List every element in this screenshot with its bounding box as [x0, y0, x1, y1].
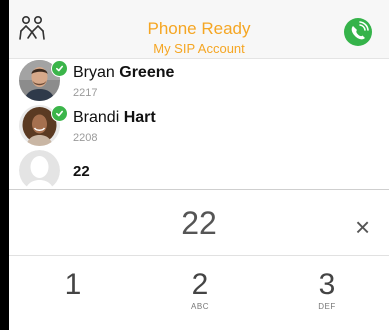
divider — [9, 255, 389, 256]
phone-status-title: Phone Ready — [147, 19, 251, 38]
key-digit: 1 — [64, 268, 82, 301]
clear-icon[interactable]: × — [355, 212, 370, 243]
key-digit: 3 — [318, 268, 336, 301]
dialed-number-field[interactable]: 22 — [9, 205, 389, 242]
phone-call-icon — [344, 18, 372, 46]
header-bar: Phone Ready My SIP Account — [9, 0, 389, 59]
key-letters: ABC — [191, 302, 209, 311]
call-button[interactable] — [343, 17, 373, 47]
default-avatar-icon — [19, 150, 60, 191]
key-digit: 2 — [191, 268, 209, 301]
contact-row[interactable]: Bryan Greene 2217 — [9, 60, 389, 106]
divider — [9, 189, 389, 190]
available-status-icon — [51, 60, 68, 77]
key-letters: DEF — [318, 302, 336, 311]
sip-account-name: My SIP Account — [153, 41, 245, 56]
contact-first-name: Bryan — [73, 64, 115, 81]
contact-extension: 2217 — [73, 87, 98, 99]
contact-name: Brandi Hart — [73, 109, 156, 127]
contact-extension: 2208 — [73, 132, 98, 144]
dial-key-1[interactable]: 1 — [28, 268, 118, 302]
available-status-icon — [51, 105, 68, 122]
softphone-app: Phone Ready My SIP Account Bryan Greene … — [9, 0, 389, 330]
search-result-label: 22 — [73, 163, 90, 180]
dial-key-2[interactable]: 2 ABC — [155, 268, 245, 312]
contact-first-name: Brandi — [73, 109, 120, 126]
contact-last-name: Greene — [119, 64, 175, 81]
contact-name: Bryan Greene — [73, 64, 174, 82]
contact-last-name: Hart — [123, 109, 156, 126]
dial-key-3[interactable]: 3 DEF — [282, 268, 372, 312]
contact-row[interactable]: Brandi Hart 2208 — [9, 105, 389, 151]
